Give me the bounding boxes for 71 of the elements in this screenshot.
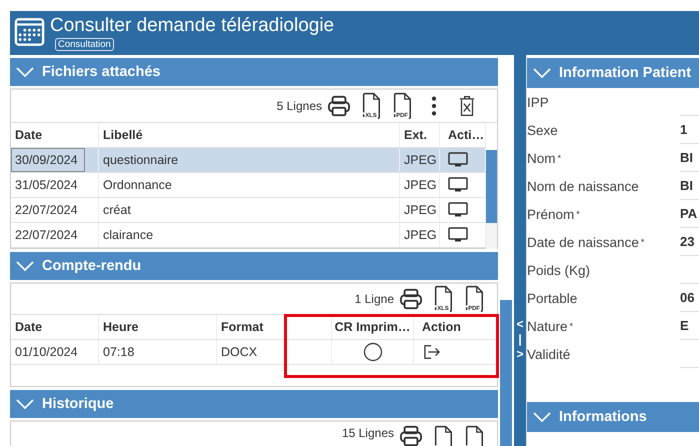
- field-label: IPP: [527, 94, 550, 112]
- xls-file-icon[interactable]: [432, 425, 454, 446]
- section-header[interactable]: Compte-rendu: [10, 252, 498, 280]
- field-label: Sexe: [527, 122, 559, 140]
- printer-icon[interactable]: [399, 288, 423, 310]
- field-label: Nom de naissance: [527, 178, 640, 196]
- field-label: Validité: [527, 346, 572, 364]
- printer-icon[interactable]: [327, 95, 351, 117]
- table-cell-text: JPEG: [404, 227, 437, 244]
- splitter-arrow[interactable]: >: [516, 347, 524, 362]
- monitor-icon[interactable]: [448, 202, 468, 218]
- table-cell-text: 01/10/2024: [15, 344, 78, 361]
- table-cell-text: 22/07/2024: [15, 227, 78, 244]
- table-row[interactable]: 22/07/2024 clairance JPEG: [11, 223, 486, 248]
- printer-icon[interactable]: [399, 425, 423, 446]
- section-header[interactable]: Historique: [10, 390, 498, 418]
- table-row[interactable]: 31/05/2024 Ordonnance JPEG: [11, 173, 486, 198]
- table-cell-text: JPEG: [404, 177, 437, 194]
- monitor-icon[interactable]: [448, 177, 468, 193]
- field-value: PA: [680, 200, 699, 228]
- splitter-arrow[interactable]: |: [518, 332, 522, 347]
- column-header[interactable]: Libellé: [99, 123, 400, 147]
- field-value: BI: [680, 144, 699, 172]
- table-cell-text: 22/07/2024: [15, 202, 78, 219]
- table-row[interactable]: 30/09/2024 questionnaire JPEG: [11, 148, 486, 173]
- column-header[interactable]: Date: [11, 123, 99, 147]
- more-icon[interactable]: [430, 95, 438, 117]
- table-cell-text: JPEG: [404, 152, 437, 169]
- field-value: 1: [680, 116, 699, 144]
- radio-button[interactable]: [362, 342, 382, 362]
- section-header[interactable]: Informations: [527, 402, 699, 432]
- column-header[interactable]: Ext.: [400, 123, 440, 147]
- table-row[interactable]: 22/07/2024 créat JPEG: [11, 198, 486, 223]
- calendar-icon: [14, 17, 45, 47]
- field-label: Portable: [527, 290, 578, 308]
- table-cell-text: Ordonnance: [103, 177, 172, 194]
- column-header[interactable]: Acti…: [440, 123, 486, 147]
- row-count: 5 Lignes: [276, 99, 322, 113]
- column-header[interactable]: Heure: [99, 315, 217, 339]
- panel-splitter[interactable]: < | >: [514, 55, 526, 446]
- column-header[interactable]: Format: [217, 315, 332, 339]
- table-cell-text: créat: [103, 202, 131, 219]
- field-value: E: [680, 312, 699, 340]
- field-value: BI: [680, 172, 699, 200]
- mode-tag: Consultation: [55, 38, 114, 51]
- column-header[interactable]: Action: [414, 315, 497, 339]
- scrollbar-thumb[interactable]: [486, 150, 497, 223]
- table-cell-text: DOCX: [221, 344, 258, 361]
- column-header[interactable]: Date: [11, 315, 99, 339]
- column-header[interactable]: CR Imprim…: [332, 315, 414, 339]
- section-header[interactable]: Fichiers attachés: [10, 58, 498, 86]
- row-count: 15 Lignes: [342, 425, 394, 441]
- field-value: 06: [680, 284, 699, 312]
- monitor-icon[interactable]: [448, 152, 468, 168]
- table-cell: 30/09/2024: [11, 148, 85, 172]
- field-value: 23: [680, 228, 699, 256]
- section-header[interactable]: Information Patient: [527, 58, 699, 88]
- scrollbar-thumb[interactable]: [500, 300, 512, 446]
- field-label: Poids (Kg): [527, 262, 592, 280]
- monitor-icon[interactable]: [448, 227, 468, 243]
- pdf-file-icon[interactable]: [463, 425, 485, 446]
- table-cell-text: 07:18: [103, 344, 134, 361]
- table-cell-text: questionnaire: [103, 152, 178, 169]
- splitter-arrow[interactable]: <: [516, 317, 524, 332]
- row-count: 1 Ligne: [354, 292, 394, 306]
- table-cell-text: 31/05/2024: [15, 177, 78, 194]
- table-cell-text: JPEG: [404, 202, 437, 219]
- exit-arrow-icon[interactable]: [422, 344, 442, 360]
- table-row[interactable]: 01/10/2024 07:18 DOCX: [11, 340, 497, 365]
- page-title: Consulter demande téléradiologie: [50, 15, 334, 37]
- table-cell-text: clairance: [103, 227, 154, 244]
